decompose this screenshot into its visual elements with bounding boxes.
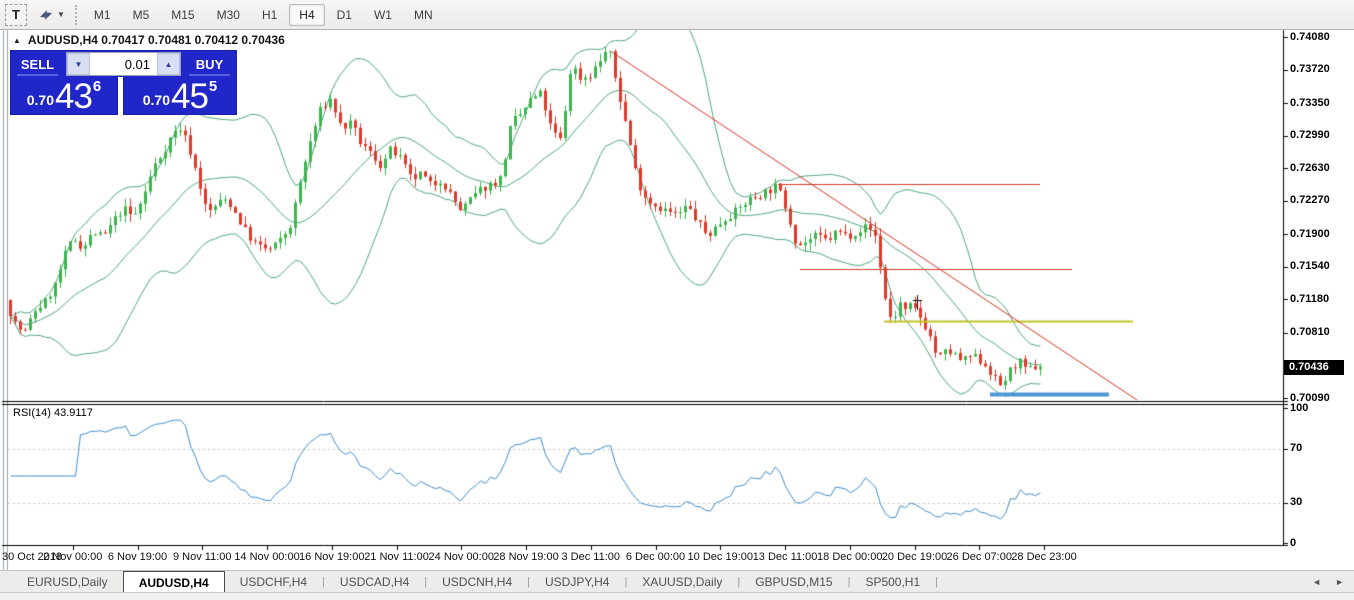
chart-tabs: EURUSD,Daily AUDUSD,H4 USDCHF,H4 | USDCAD,H4…: [12, 571, 938, 593]
price-tick-label: 0.70810: [1290, 326, 1330, 339]
chart-tab-audusd-h4[interactable]: AUDUSD,H4: [122, 571, 225, 593]
rsi-tick-label: 30: [1290, 496, 1303, 508]
rsi-tick-label: 70: [1290, 442, 1303, 454]
one-click-trading-panel: SELL ▼ 0.01 ▲ BUY 0.70 43 6 0.70 45 5: [10, 50, 237, 115]
toolbar-grip: [74, 4, 77, 25]
date-tick-label: 20 Dec 19:00: [881, 551, 948, 563]
date-tick-label: 14 Nov 00:00: [234, 551, 300, 563]
top-toolbar: T ▼ M1 M5 M15 M30 H1 H4 D1 W1 MN: [0, 0, 1354, 30]
rsi-tick-label: 100: [1290, 401, 1309, 414]
text-tool-button[interactable]: T: [5, 3, 27, 26]
current-price-badge: 0.70436: [1284, 360, 1344, 375]
date-tick-label: 18 Dec 00:00: [817, 551, 883, 563]
date-tick-label: 13 Dec 11:00: [752, 551, 818, 563]
date-tick-label: 24 Nov 00:00: [428, 551, 494, 563]
rsi-tick-label: 0: [1290, 536, 1297, 549]
timeframe-button-mn[interactable]: MN: [404, 4, 443, 26]
timeframe-button-h1[interactable]: H1: [252, 4, 287, 26]
price-tick-label: 0.71900: [1290, 227, 1330, 240]
volume-increase-button[interactable]: ▲: [157, 53, 180, 75]
chart-tab-eurusd-daily[interactable]: EURUSD,Daily: [12, 571, 123, 593]
date-tick-label: 9 Nov 11:00: [172, 551, 232, 563]
timeframe-buttons: M1 M5 M15 M30 H1 H4 D1 W1 MN: [84, 3, 443, 26]
price-tick-label: 0.73720: [1290, 63, 1330, 76]
date-tick-label: 21 Nov 11:00: [364, 551, 429, 563]
date-tick-label: 2 Nov 00:00: [43, 551, 103, 563]
chart-tab-xauusd-daily[interactable]: XAUUSD,Daily: [627, 571, 737, 593]
chart-title: ▲ AUDUSD,H4 0.70417 0.70481 0.70412 0.70…: [13, 33, 285, 47]
chart-tab-sp500-h1[interactable]: SP500,H1: [850, 571, 935, 593]
chart-tabs-bar: EURUSD,Daily AUDUSD,H4 USDCHF,H4 | USDCAD,H4…: [0, 570, 1354, 593]
price-tick-label: 0.72990: [1290, 129, 1330, 142]
price-tick-label: 0.73350: [1290, 96, 1330, 109]
chart-tab-usdchf-h4[interactable]: USDCHF,H4: [225, 571, 322, 593]
date-tick-label: 3 Dec 11:00: [561, 551, 621, 563]
price-tick-label: 0.71540: [1290, 260, 1330, 273]
date-tick-label: 10 Dec 19:00: [687, 551, 753, 563]
tab-scroll-right-icon[interactable]: ►: [1335, 577, 1344, 587]
timeframe-button-m30[interactable]: M30: [207, 4, 250, 26]
timeframe-button-m5[interactable]: M5: [123, 4, 160, 26]
date-tick-label: 6 Dec 00:00: [625, 551, 686, 563]
collapse-triangle-icon[interactable]: ▲: [13, 36, 21, 45]
volume-value[interactable]: 0.01: [90, 53, 157, 75]
rsi-indicator-label: RSI(14) 43.9117: [13, 407, 93, 419]
cycle-symbols-icon[interactable]: [37, 6, 55, 24]
dropdown-caret-icon[interactable]: ▼: [57, 10, 65, 19]
date-tick-label: 28 Nov 19:00: [493, 551, 559, 563]
price-tick-label: 0.72630: [1290, 161, 1330, 174]
timeframe-button-m1[interactable]: M1: [84, 4, 121, 26]
chart-tab-usdjpy-h4[interactable]: USDJPY,H4: [530, 571, 624, 593]
status-bar: [0, 592, 1354, 600]
tab-scroll-left-icon[interactable]: ◄: [1312, 577, 1321, 587]
chart-tab-gbpusd-m15[interactable]: GBPUSD,M15: [740, 571, 847, 593]
buy-price-prefix: 0.70: [142, 92, 170, 108]
buy-button[interactable]: BUY: [183, 51, 236, 77]
chart-tab-usdcad-h4[interactable]: USDCAD,H4: [325, 571, 424, 593]
timeframe-button-d1[interactable]: D1: [327, 4, 362, 26]
volume-decrease-button[interactable]: ▼: [67, 53, 90, 75]
price-tick-label: 0.72270: [1290, 194, 1330, 207]
date-tick-label: 28 Dec 23:00: [1011, 551, 1077, 563]
application-window: T ▼ M1 M5 M15 M30 H1 H4 D1 W1 MN ▲ AUDUSD,H4 0.7…: [0, 0, 1354, 600]
price-tick-label: 0.71180: [1290, 292, 1330, 305]
chart-title-text: AUDUSD,H4 0.70417 0.70481 0.70412 0.7043…: [27, 33, 285, 47]
buy-price-big-digits: 45: [170, 77, 209, 116]
date-tick-label: 16 Nov 19:00: [299, 551, 365, 563]
timeframe-button-m15[interactable]: M15: [161, 4, 204, 26]
price-tick-label: 0.74080: [1290, 30, 1330, 43]
buy-price-display[interactable]: 0.70 45 5: [123, 77, 237, 115]
sell-price-prefix: 0.70: [26, 92, 54, 108]
volume-stepper: ▼ 0.01 ▲: [66, 52, 181, 76]
sell-price-big-digits: 43: [54, 77, 93, 116]
buy-price-pip-digit: 5: [208, 78, 218, 95]
date-tick-label: 6 Nov 19:00: [107, 551, 168, 563]
sell-button[interactable]: SELL: [11, 51, 64, 77]
sell-price-display[interactable]: 0.70 43 6: [10, 77, 118, 115]
timeframe-button-h4[interactable]: H4: [289, 3, 325, 26]
date-tick-label: 26 Dec 07:00: [946, 551, 1012, 563]
timeframe-button-w1[interactable]: W1: [364, 4, 402, 26]
tab-separator: |: [935, 576, 938, 588]
sell-price-pip-digit: 6: [92, 78, 102, 95]
chart-tab-usdcnh-h4[interactable]: USDCNH,H4: [427, 571, 527, 593]
